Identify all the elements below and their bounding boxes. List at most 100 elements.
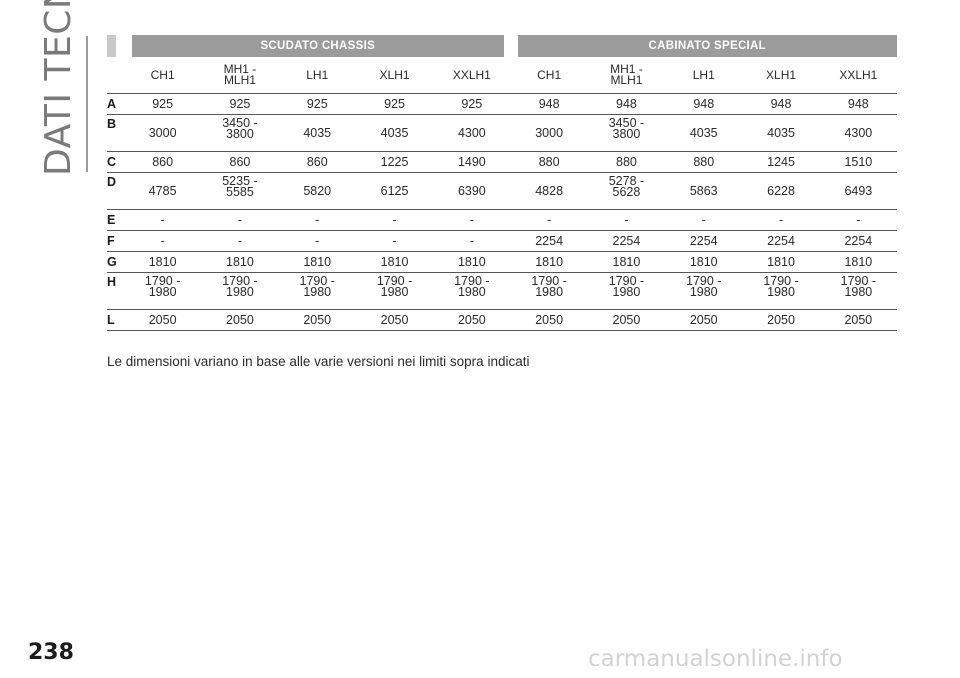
table-cell: 948 bbox=[510, 93, 588, 115]
table-cell: 925 bbox=[278, 93, 356, 115]
table-cell: 1790 -1980 bbox=[665, 272, 743, 310]
table-cell: - bbox=[201, 209, 279, 231]
table-cell: 2050 bbox=[742, 309, 820, 331]
table-cell: - bbox=[201, 230, 279, 252]
table-cell: 2254 bbox=[587, 230, 666, 252]
table-row: A 925 925 925 925 925 948 948 948 948 948 bbox=[107, 93, 897, 115]
table-cell: 1790 -1980 bbox=[124, 272, 202, 310]
table-cell: 2050 bbox=[510, 309, 588, 331]
table-cell: - bbox=[510, 209, 588, 231]
table-cell: - bbox=[278, 209, 356, 231]
table-cell: 1790 -1980 bbox=[355, 272, 434, 310]
table-cell: 925 bbox=[124, 93, 202, 115]
table-cell: 2254 bbox=[819, 230, 897, 252]
table-cell: 2254 bbox=[742, 230, 820, 252]
row-label: H bbox=[107, 272, 124, 310]
row-label: C bbox=[107, 151, 124, 173]
table-cell: - bbox=[355, 230, 434, 252]
table-cell: 1810 bbox=[433, 251, 511, 273]
table-cell: 860 bbox=[201, 151, 279, 173]
row-label: B bbox=[107, 114, 124, 152]
table-cell: - bbox=[742, 209, 820, 231]
column-header: XLH1 bbox=[355, 57, 434, 94]
column-header: XXLH1 bbox=[433, 57, 511, 94]
table-cell: 6125 bbox=[355, 172, 434, 210]
table-cell: 1810 bbox=[201, 251, 279, 273]
table-cell: - bbox=[587, 209, 666, 231]
watermark-text: carmanualsonline.info bbox=[588, 646, 843, 672]
table-row: E---------- bbox=[107, 209, 897, 231]
table-cell: 1810 bbox=[587, 251, 666, 273]
table-cell: 1810 bbox=[742, 251, 820, 273]
table-cell: 1810 bbox=[124, 251, 202, 273]
table-cell: - bbox=[819, 209, 897, 231]
table-cell: 860 bbox=[278, 151, 356, 173]
section-divider bbox=[86, 36, 88, 172]
table-cell: 2050 bbox=[819, 309, 897, 331]
table-cell: 925 bbox=[355, 93, 434, 115]
table-cell: 4785 bbox=[124, 172, 202, 210]
table-row: F - - - - -2254 2254 2254 2254 2254 bbox=[107, 230, 897, 252]
table-cell: 2050 bbox=[201, 309, 279, 331]
table-cell: 925 bbox=[433, 93, 511, 115]
table-cell: 1810 bbox=[355, 251, 434, 273]
table-cell: 860 bbox=[124, 151, 202, 173]
table-cell: 1790 -1980 bbox=[510, 272, 588, 310]
column-header: CH1 bbox=[124, 57, 202, 94]
table-cell: 1790 -1980 bbox=[742, 272, 820, 310]
table-cell: 2254 bbox=[665, 230, 743, 252]
table-cell: 3000 bbox=[510, 114, 588, 152]
column-header: XLH1 bbox=[742, 57, 820, 94]
page-number: 238 bbox=[28, 640, 74, 665]
table-cell: 2254 bbox=[510, 230, 588, 252]
table-cell: 6493 bbox=[819, 172, 897, 210]
table-cell: 880 bbox=[510, 151, 588, 173]
table-cell: 1810 bbox=[819, 251, 897, 273]
section-title: DATI TECNICI bbox=[38, 0, 79, 176]
column-header: CH1 bbox=[510, 57, 588, 94]
row-label: E bbox=[107, 209, 124, 231]
table-cell: 948 bbox=[742, 93, 820, 115]
column-header-row: CH1 MH1 - MLH1 LH1 XLH1 XXLH1 CH1 MH1 - MLH1 LH1 X… bbox=[107, 57, 897, 94]
table-cell: 4035 bbox=[355, 114, 434, 152]
table-cell: 4828 bbox=[510, 172, 588, 210]
table-cell: 3450 -3800 bbox=[587, 114, 666, 152]
table-row: D 4785 5235 -5585 5820 6125 6390 4828 5278 -562… bbox=[107, 172, 897, 210]
row-label: G bbox=[107, 251, 124, 273]
table-note: Le dimensioni variano in base alle varie… bbox=[107, 354, 530, 369]
dimensions-table: SCUDATO CHASSIS CABINATO SPECIAL CH1 MH1 … bbox=[107, 35, 897, 331]
row-label: L bbox=[107, 309, 124, 331]
table-cell: 1490 bbox=[433, 151, 511, 173]
row-label: F bbox=[107, 230, 124, 252]
table-cell: 6228 bbox=[742, 172, 820, 210]
table-row: G 1810 1810 1810 1810 1810 1810 1810 1810 1810 181… bbox=[107, 251, 897, 273]
table-cell: 2050 bbox=[355, 309, 434, 331]
table-cell: 3000 bbox=[124, 114, 202, 152]
row-label: D bbox=[107, 172, 124, 210]
table-cell: - bbox=[124, 230, 202, 252]
table-cell: 5820 bbox=[278, 172, 356, 210]
table-cell: 4035 bbox=[742, 114, 820, 152]
group-header-cabinato: CABINATO SPECIAL bbox=[510, 35, 897, 57]
table-cell: 1790 -1980 bbox=[587, 272, 666, 310]
table-cell: 5863 bbox=[665, 172, 743, 210]
column-header-blank bbox=[107, 57, 124, 94]
table-cell: 2050 bbox=[665, 309, 743, 331]
column-header: LH1 bbox=[665, 57, 743, 94]
group-header-scudato: SCUDATO CHASSIS bbox=[124, 35, 518, 57]
table-cell: 880 bbox=[587, 151, 666, 173]
table-row: L 2050 2050 2050 2050 2050 2050 2050 2050 2050 205… bbox=[107, 309, 897, 331]
table-cell: - bbox=[433, 230, 511, 252]
table-cell: 948 bbox=[819, 93, 897, 115]
dimensions-table-body: A 925 925 925 925 925 948 948 948 948 948 B 3000 3450… bbox=[107, 93, 897, 331]
row-label: A bbox=[107, 93, 124, 115]
column-header: MH1 - MLH1 bbox=[201, 57, 279, 94]
table-cell: 1810 bbox=[665, 251, 743, 273]
table-cell: 5278 -5628 bbox=[587, 172, 666, 210]
table-cell: 925 bbox=[201, 93, 279, 115]
table-cell: 1810 bbox=[510, 251, 588, 273]
table-cell: 948 bbox=[665, 93, 743, 115]
table-cell: - bbox=[355, 209, 434, 231]
table-cell: 1225 bbox=[355, 151, 434, 173]
table-cell: - bbox=[433, 209, 511, 231]
